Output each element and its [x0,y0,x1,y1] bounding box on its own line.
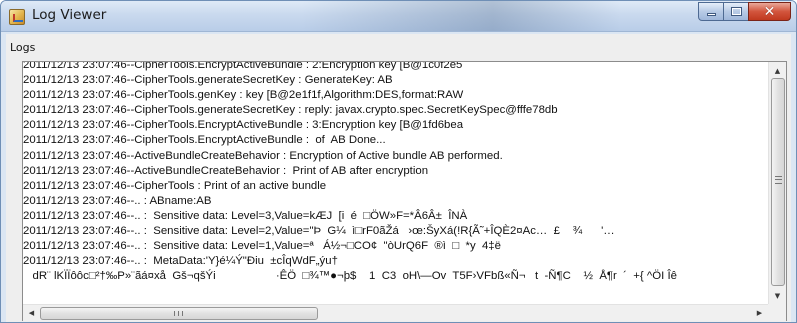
title-bar-glass [301,1,621,31]
title-bar[interactable]: Log Viewer ✕ [1,1,796,32]
java-cup-icon[interactable] [9,9,25,25]
maximize-icon [730,7,742,16]
vertical-scroll-thumb[interactable] [771,78,785,286]
arrow-right-icon[interactable]: ▶ [751,305,768,321]
log-line: dR¨ lKÏÏôôc□²†‰P»¨ãá¤xå Gš¬qšÝi ·ÊÖ □¾™●… [23,270,677,283]
arrow-down-icon[interactable]: ▼ [769,287,786,304]
logs-panel-label: Logs [10,41,36,54]
log-line: 2011/12/13 23:07:46--CipherTools.generat… [23,104,558,117]
log-line: 2011/12/13 23:07:46--.. : Sensitive data… [23,225,615,238]
log-viewer-window: Log Viewer ✕ Logs 2011/12/13 23:07:46--C… [0,0,797,323]
maximize-button[interactable] [723,2,749,21]
vertical-scrollbar[interactable]: ▲ ▼ [768,62,786,304]
minimize-button[interactable] [698,2,724,21]
horizontal-scrollbar[interactable]: ◀ ▶ [23,304,768,321]
log-scroll-pane[interactable]: 2011/12/13 23:07:46--CipherTools.Encrypt… [22,61,787,321]
grip-icon [775,176,782,184]
minimize-icon [706,13,716,16]
log-line: 2011/12/13 23:07:46--.. : MetaData:'Y}é¼… [23,255,338,268]
grip-icon [174,311,183,316]
log-line: 2011/12/13 23:07:46--.. : Sensitive data… [23,240,501,253]
log-line: 2011/12/13 23:07:46--CipherTools.Encrypt… [23,134,386,147]
log-line: 2011/12/13 23:07:46--CipherTools.generat… [23,74,393,87]
arrow-left-icon[interactable]: ◀ [23,305,40,321]
window-title: Log Viewer [32,7,107,23]
log-line: 2011/12/13 23:07:46--CipherTools : Print… [23,179,327,192]
log-line: 2011/12/13 23:07:46--CipherTools.Encrypt… [23,119,464,132]
close-button[interactable]: ✕ [748,2,791,21]
log-line: 2011/12/13 23:07:46--ActiveBundleCreateB… [23,149,503,162]
log-line: 2011/12/13 23:07:46--CipherTools.genKey … [23,89,464,102]
log-text-area[interactable]: 2011/12/13 23:07:46--CipherTools.Encrypt… [23,62,768,304]
log-line: 2011/12/13 23:07:46--.. : ABname:AB [23,194,212,207]
scrollbar-corner [768,304,786,321]
arrow-up-icon[interactable]: ▲ [769,62,786,79]
log-line: 2011/12/13 23:07:46--.. : Sensitive data… [23,209,468,222]
horizontal-scroll-thumb[interactable] [40,307,318,320]
log-line: 2011/12/13 23:07:46--ActiveBundleCreateB… [23,164,429,177]
log-lines: 2011/12/13 23:07:46--CipherTools.Encrypt… [23,62,677,284]
logs-panel: Logs 2011/12/13 23:07:46--CipherTools.En… [6,34,791,322]
close-icon: ✕ [763,3,776,20]
log-line: 2011/12/13 23:07:46--CipherTools.Encrypt… [23,62,463,71]
